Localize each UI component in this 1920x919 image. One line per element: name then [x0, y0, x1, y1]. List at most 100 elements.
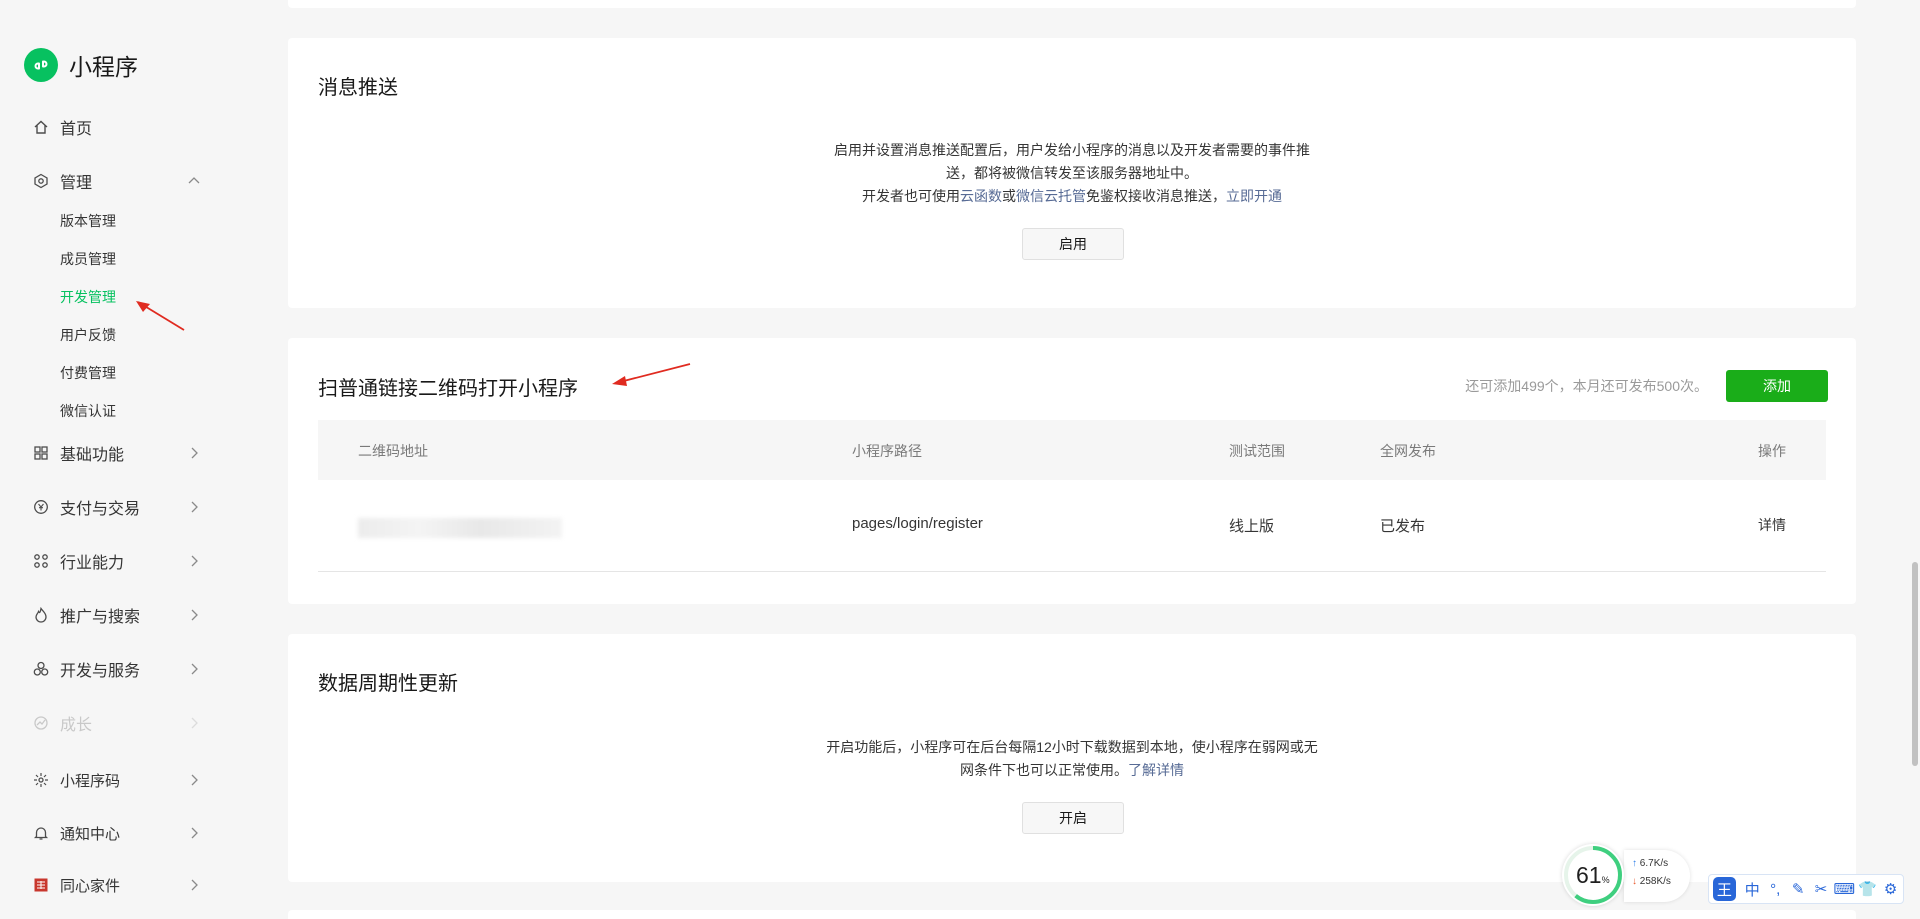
sidebar-item-industry[interactable]: 行业能力	[32, 546, 202, 576]
sidebar-item-label: 通知中心	[60, 825, 121, 843]
sidebar-item-promotion-search[interactable]: 推广与搜索	[32, 600, 202, 630]
annotation-arrow-icon	[612, 363, 691, 386]
app-logo[interactable]: 小程序	[24, 48, 138, 82]
qr-link-card: 扫普通链接二维码打开小程序 还可添加499个，本月还可发布500次。 添加 二维…	[288, 338, 1856, 604]
sidebar-item-label: 行业能力	[60, 555, 125, 572]
upload-arrow-icon: ↑	[1632, 858, 1637, 869]
grid-icon	[32, 444, 50, 462]
memory-percent: 61%	[1576, 862, 1610, 889]
keyboard-icon[interactable]: ⌨	[1834, 878, 1856, 900]
cloud-hosting-link[interactable]: 微信云托管	[1016, 188, 1086, 204]
ime-mode-toggle[interactable]: 中	[1742, 878, 1763, 900]
speed-unit: K/s	[1653, 858, 1669, 869]
message-push-title: 消息推送	[318, 77, 398, 99]
sidebar-subitem-dev-manage[interactable]: 开发管理	[60, 287, 116, 309]
gear-icon[interactable]: ⚙	[1880, 878, 1901, 900]
download-speed: ↓ 258K/s	[1632, 876, 1671, 887]
upload-speed: ↑ 6.7K/s	[1632, 858, 1668, 869]
chevron-right-icon	[191, 501, 198, 513]
chevron-right-icon	[191, 717, 198, 729]
desc-text: 免鉴权接收消息推送，	[1086, 188, 1226, 204]
sidebar-item-label: 开发与服务	[60, 663, 141, 680]
sidebar-subitem-wechat-verify[interactable]: 微信认证	[60, 401, 116, 423]
sidebar-item-tongxin[interactable]: 同心家件	[32, 870, 202, 900]
detail-link[interactable]: 详情	[1758, 515, 1786, 535]
upload-speed-value: 6.7	[1639, 858, 1654, 869]
network-monitor-widget[interactable]: ↑ 6.7K/s ↓ 258K/s 61%	[1562, 844, 1690, 910]
column-header-test-scope: 测试范围	[1229, 443, 1285, 459]
sidebar-subitem-feedback[interactable]: 用户反馈	[60, 325, 116, 347]
cell-path: pages/login/register	[852, 515, 983, 532]
sidebar-item-manage[interactable]: 管理	[32, 166, 202, 196]
add-qr-rule-button[interactable]: 添加	[1726, 370, 1828, 402]
sidebar-item-dev-service[interactable]: 开发与服务	[32, 654, 202, 684]
chevron-right-icon	[191, 555, 198, 567]
qr-quota-text: 还可添加499个，本月还可发布500次。	[1465, 378, 1708, 394]
scissors-icon[interactable]: ✂	[1811, 878, 1832, 900]
yen-circle-icon	[32, 498, 50, 516]
sidebar-subitem-payment[interactable]: 付费管理	[60, 363, 116, 385]
qr-table-header: 二维码地址 小程序路径 测试范围 全网发布 操作	[318, 420, 1826, 480]
download-arrow-icon: ↓	[1632, 876, 1637, 887]
network-speed-panel: ↑ 6.7K/s ↓ 258K/s	[1624, 850, 1690, 902]
home-icon	[32, 118, 50, 136]
mini-program-logo-icon	[24, 48, 58, 82]
seal-icon	[32, 876, 50, 894]
redacted-qr-address	[358, 518, 562, 538]
cloud-function-link[interactable]: 云函数	[960, 188, 1002, 204]
next-card-top	[288, 910, 1856, 919]
desc-line: 启用并设置消息推送配置后，用户发给小程序的消息以及开发者需要的事件推	[834, 142, 1310, 158]
growth-icon	[32, 714, 50, 732]
cell-scope: 线上版	[1229, 518, 1275, 535]
message-push-card: 消息推送 启用并设置消息推送配置后，用户发给小程序的消息以及开发者需要的事件推 …	[288, 38, 1856, 308]
sidebar-subitem-members[interactable]: 成员管理	[60, 249, 116, 271]
skin-shirt-icon[interactable]: 👕	[1857, 878, 1878, 900]
cluster-icon	[32, 660, 50, 678]
desc-text: 或	[1002, 188, 1016, 204]
settings-hex-icon	[32, 172, 50, 190]
sidebar-item-home[interactable]: 首页	[32, 112, 202, 142]
flame-icon	[32, 606, 50, 624]
sidebar-item-label: 成长	[60, 717, 93, 734]
sidebar-item-growth: 成长	[32, 708, 202, 738]
punctuation-icon[interactable]: °,	[1765, 878, 1786, 900]
learn-more-link[interactable]: 了解详情	[1128, 762, 1184, 778]
sidebar-item-label: 推广与搜索	[60, 609, 141, 626]
chevron-right-icon	[191, 774, 198, 786]
chevron-up-icon	[188, 177, 200, 184]
sidebar-item-basic-functions[interactable]: 基础功能	[32, 438, 202, 468]
sidebar-item-label: 管理	[60, 175, 93, 192]
open-now-link[interactable]: 立即开通	[1226, 188, 1282, 204]
column-header-publish: 全网发布	[1380, 443, 1436, 459]
previous-card-bottom	[288, 0, 1856, 8]
column-header-actions: 操作	[1758, 443, 1786, 459]
enable-push-button[interactable]: 启用	[1022, 228, 1124, 260]
page-scrollbar[interactable]	[1912, 562, 1918, 766]
desc-line: 网条件下也可以正常使用。了解详情	[288, 759, 1856, 782]
sidebar-item-notifications[interactable]: 通知中心	[32, 818, 202, 848]
sidebar-item-qrcode[interactable]: 小程序码	[32, 765, 202, 795]
desc-line: 送，都将被微信转发至该服务器地址中。	[946, 165, 1198, 181]
annotation-arrow-icon	[136, 301, 185, 331]
data-update-description: 开启功能后，小程序可在后台每隔12小时下载数据到本地，使小程序在弱网或无 网条件…	[288, 736, 1856, 782]
sidebar-subitem-version[interactable]: 版本管理	[60, 211, 116, 233]
sidebar-item-label: 首页	[60, 121, 93, 138]
desc-line: 开启功能后，小程序可在后台每隔12小时下载数据到本地，使小程序在弱网或无	[826, 739, 1318, 755]
table-row: pages/login/register 线上版 已发布 详情	[318, 480, 1826, 572]
ime-logo-icon[interactable]: 王	[1713, 877, 1736, 901]
chevron-right-icon	[191, 663, 198, 675]
cell-status: 已发布	[1380, 518, 1426, 535]
nodes-icon	[32, 552, 50, 570]
sidebar-item-label: 支付与交易	[60, 501, 141, 518]
percent-unit: %	[1601, 875, 1610, 885]
sidebar-item-payment-trade[interactable]: 支付与交易	[32, 492, 202, 522]
memory-gauge: 61%	[1562, 844, 1624, 906]
pen-icon[interactable]: ✎	[1788, 878, 1809, 900]
column-header-qr-address: 二维码地址	[358, 443, 428, 459]
ime-toolbar[interactable]: 王 中 °, ✎ ✂ ⌨ 👕 ⚙	[1708, 874, 1904, 904]
speed-unit: K/s	[1656, 876, 1671, 887]
sidebar-item-label: 同心家件	[60, 877, 121, 895]
download-speed-value: 258	[1639, 876, 1657, 887]
enable-data-update-button[interactable]: 开启	[1022, 802, 1124, 834]
desc-line: 开发者也可使用云函数或微信云托管免鉴权接收消息推送，立即开通	[288, 185, 1856, 208]
